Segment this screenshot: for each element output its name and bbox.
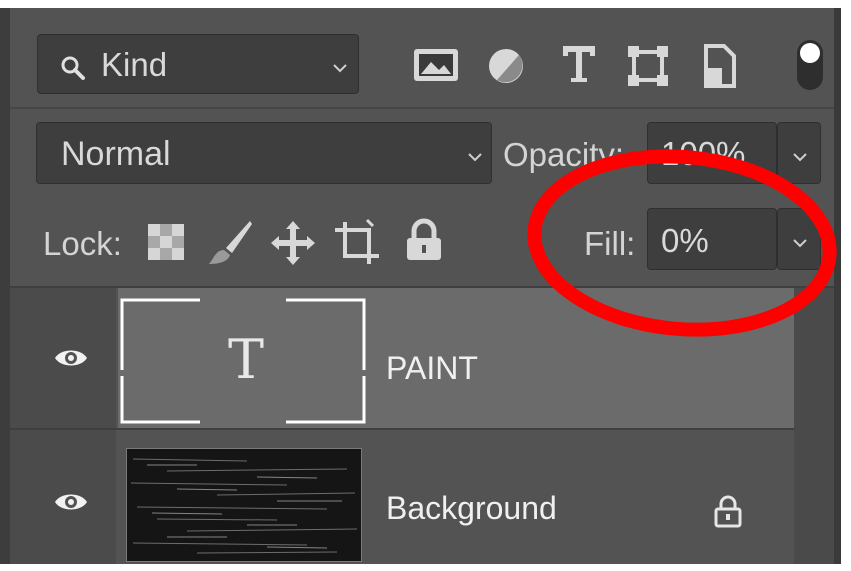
chevron-down-icon [332,62,347,76]
smart-object-filter-icon[interactable] [700,42,740,95]
eye-icon[interactable] [53,490,89,519]
fill-field[interactable]: 0% [647,208,777,270]
opacity-field[interactable]: 100% [647,122,777,184]
lock-transparent-pixels-icon[interactable] [146,222,186,267]
blend-mode-dropdown[interactable]: Normal [36,122,492,184]
adjustment-filter-icon[interactable] [486,46,526,91]
fill-dropdown-button[interactable] [777,208,821,270]
opacity-dropdown-button[interactable] [777,122,821,184]
layer-row-paint[interactable]: T PAINT [10,288,834,428]
lock-artboard-icon[interactable] [333,218,381,273]
panel-scrollbar[interactable] [834,8,841,564]
search-icon [60,51,86,89]
eye-icon[interactable] [53,346,89,375]
lock-label: Lock: [43,225,122,262]
text-layer-thumbnail: T [120,298,366,424]
fill-value: 0% [661,222,709,259]
layer-scroll-gutter [794,288,834,564]
kind-filter-dropdown[interactable]: Kind [37,34,359,94]
layers-panel: Kind Normal Opacity: 100% Lock: Fill: 0%… [10,8,834,564]
chevron-down-icon [792,151,807,165]
layer-row-background[interactable]: Background [10,288,834,564]
opacity-label: Opacity: [503,136,625,173]
shape-filter-icon[interactable] [626,44,670,93]
layer-lock-icon [713,494,743,533]
lock-position-icon[interactable] [269,219,317,272]
opacity-value: 100% [661,135,746,172]
type-filter-icon[interactable] [561,44,597,89]
lock-image-pixels-icon[interactable] [206,218,254,273]
fill-label: Fill: [584,225,636,262]
filter-toggle-icon[interactable] [795,38,825,97]
blend-mode-value: Normal [61,135,171,173]
lock-all-icon[interactable] [404,218,444,267]
chevron-down-icon [792,237,807,251]
divider [10,107,834,109]
image-filter-icon[interactable] [413,48,459,87]
chevron-down-icon [467,151,482,165]
layer-name: PAINT [386,350,478,386]
type-thumbnail-icon: T [228,328,265,391]
layer-name: Background [386,490,557,526]
left-frame [0,8,10,564]
background-layer-thumbnail [126,448,362,562]
kind-filter-label: Kind [101,46,168,83]
